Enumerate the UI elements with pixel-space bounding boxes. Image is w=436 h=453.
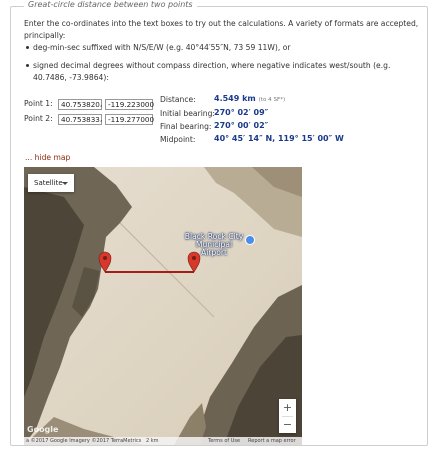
bullet-icon <box>26 46 29 49</box>
map-attribution: a ©2017 Google Imagery ©2017 TerraMetric… <box>26 438 142 444</box>
report-error-link[interactable]: Report a map error <box>248 437 296 445</box>
list-item-text: signed decimal degrees without compass d… <box>33 61 391 82</box>
map-attribution-bar: a ©2017 Google Imagery ©2017 TerraMetric… <box>24 437 302 445</box>
point1-lon-input[interactable]: -119.223000 <box>105 99 154 110</box>
final-bearing-value: 270° 00′ 02″ <box>214 121 269 130</box>
final-bearing-label: Final bearing: <box>160 122 212 131</box>
point1-marker-icon <box>98 251 112 273</box>
point2-lat-input[interactable]: 40.753833 <box>58 114 102 125</box>
airport-place-label: Black Rock City Municipal Airport <box>184 232 244 257</box>
distance-number: 4.549 <box>214 94 240 103</box>
airport-icon[interactable] <box>245 235 255 245</box>
initial-bearing-value: 270° 02′ 09″ <box>214 108 269 117</box>
map-scale[interactable]: 2 km <box>146 437 159 445</box>
chevron-down-icon <box>62 182 68 185</box>
point1-lat-input[interactable]: 40.753820 <box>58 99 102 110</box>
list-item-text: deg-min-sec suffixed with N/S/E/W (e.g. … <box>33 43 291 52</box>
map-type-label: Satellite <box>34 179 63 187</box>
comma-separator: , <box>100 99 103 108</box>
bullet-icon <box>26 64 29 67</box>
point2-label: Point 2: <box>24 114 53 123</box>
route-overlay <box>98 251 201 273</box>
zoom-out-button[interactable]: − <box>279 416 296 433</box>
initial-bearing-label: Initial bearing: <box>160 109 215 118</box>
map-type-dropdown[interactable]: Satellite <box>28 174 74 192</box>
satellite-map[interactable]: Black Rock City Municipal Airport Satell… <box>24 167 302 445</box>
point1-label: Point 1: <box>24 99 53 108</box>
fieldset-legend: Great-circle distance between two points <box>24 0 197 9</box>
hide-map-link[interactable]: ... hide map <box>25 153 70 162</box>
midpoint-value: 40° 45′ 14″ N, 119° 15′ 00″ W <box>214 134 344 143</box>
midpoint-label: Midpoint: <box>160 135 196 144</box>
point2-lon-input[interactable]: -119.277000 <box>105 114 154 125</box>
distance-precision-note: (to 4 SF*) <box>258 97 286 103</box>
distance-label: Distance: <box>160 95 196 104</box>
zoom-control: + − <box>279 399 296 433</box>
terms-link[interactable]: Terms of Use <box>208 437 240 445</box>
zoom-in-button[interactable]: + <box>279 399 296 416</box>
distance-value: 4.549 km (to 4 SF*) <box>214 94 285 103</box>
intro-text: Enter the co-ordinates into the text box… <box>24 19 419 40</box>
comma-separator: , <box>100 114 103 123</box>
distance-unit: km <box>242 94 256 103</box>
google-logo[interactable]: Google <box>27 425 58 434</box>
